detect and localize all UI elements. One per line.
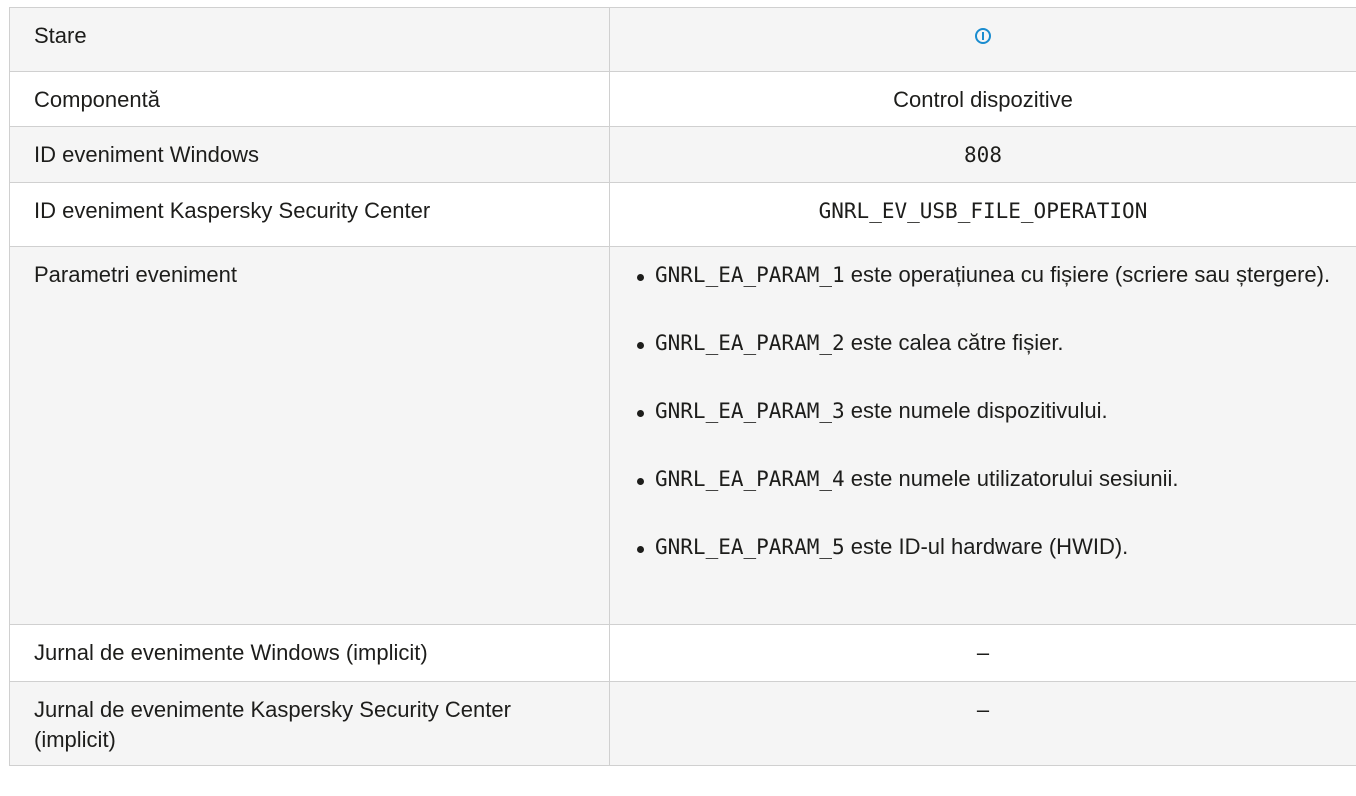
list-item: GNRL_EA_PARAM_5 este ID-ul hardware (HWI…: [634, 531, 1344, 563]
row-value: GNRL_EV_USB_FILE_OPERATION: [609, 182, 1356, 247]
row-label: Stare: [9, 7, 610, 72]
param-description: este numele utilizatorului sesiunii.: [844, 466, 1179, 491]
row-value: GNRL_EA_PARAM_1 este operațiunea cu fiși…: [609, 246, 1356, 625]
param-code: GNRL_EA_PARAM_4: [655, 467, 845, 491]
row-label: ID eveniment Windows: [9, 126, 610, 183]
parameter-list: GNRL_EA_PARAM_1 este operațiunea cu fiși…: [610, 247, 1356, 563]
list-item: GNRL_EA_PARAM_2 este calea către fișier.: [634, 327, 1344, 359]
row-label: ID eveniment Kaspersky Security Center: [9, 182, 610, 247]
row-value: [609, 7, 1356, 72]
param-description: este ID-ul hardware (HWID).: [844, 534, 1129, 559]
table-row-componenta: Componentă Control dispozitive: [9, 71, 1356, 127]
param-code: GNRL_EA_PARAM_5: [655, 535, 845, 559]
row-label: Parametri eveniment: [9, 246, 610, 625]
param-description: este numele dispozitivului.: [844, 398, 1108, 423]
table-row-windows-event-id: ID eveniment Windows 808: [9, 126, 1356, 183]
row-label: Componentă: [9, 71, 610, 127]
table-row-ksc-event-id: ID eveniment Kaspersky Security Center G…: [9, 182, 1356, 247]
row-value: 808: [609, 126, 1356, 183]
table-row-windows-log: Jurnal de evenimente Windows (implicit) …: [9, 624, 1356, 682]
param-code: GNRL_EA_PARAM_2: [655, 331, 845, 355]
table-row-stare: Stare: [9, 7, 1356, 72]
table-row-event-parameters: Parametri eveniment GNRL_EA_PARAM_1 este…: [9, 246, 1356, 625]
row-value: –: [609, 624, 1356, 682]
row-value: Control dispozitive: [609, 71, 1356, 127]
param-code: GNRL_EA_PARAM_1: [655, 263, 845, 287]
list-item: GNRL_EA_PARAM_3 este numele dispozitivul…: [634, 395, 1344, 427]
event-details-table: Stare Componentă Control dispozitive ID …: [9, 7, 1356, 766]
list-item: GNRL_EA_PARAM_1 este operațiunea cu fiși…: [634, 259, 1344, 291]
row-value: –: [609, 681, 1356, 766]
list-item: GNRL_EA_PARAM_4 este numele utilizatorul…: [634, 463, 1344, 495]
param-code: GNRL_EA_PARAM_3: [655, 399, 845, 423]
info-circle-icon: [975, 28, 991, 45]
param-description: este operațiunea cu fișiere (scriere sau…: [844, 262, 1331, 287]
row-label: Jurnal de evenimente Windows (implicit): [9, 624, 610, 682]
param-description: este calea către fișier.: [844, 330, 1064, 355]
table-row-ksc-log: Jurnal de evenimente Kaspersky Security …: [9, 681, 1356, 766]
row-label: Jurnal de evenimente Kaspersky Security …: [9, 681, 610, 766]
